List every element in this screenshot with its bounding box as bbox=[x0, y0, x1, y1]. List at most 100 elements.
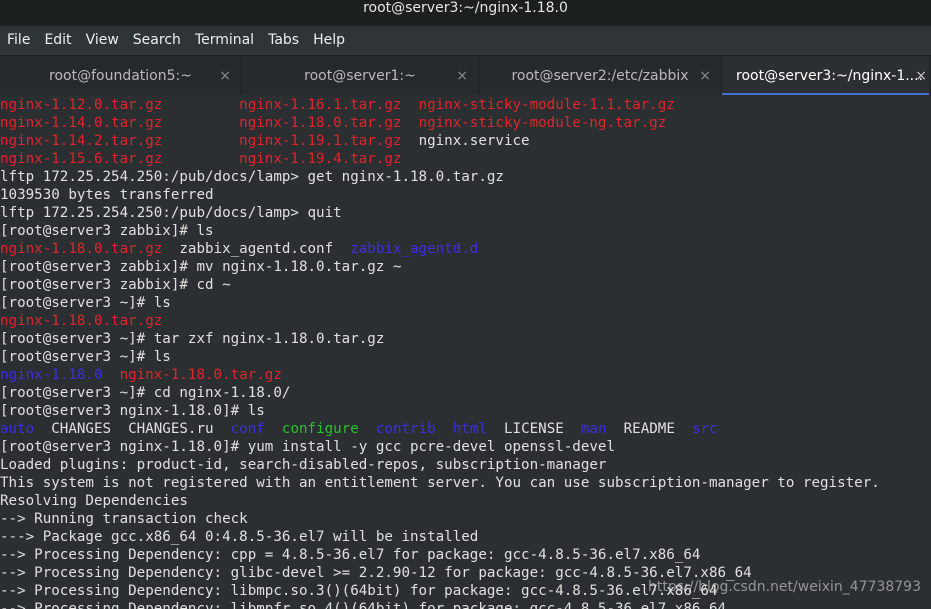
terminal-text: nginx-1.19.1.tar.gz bbox=[239, 133, 402, 149]
close-icon[interactable]: × bbox=[219, 56, 231, 96]
terminal-text: lftp 172.25.254.250:/pub/docs/lamp> get … bbox=[0, 169, 504, 185]
terminal-line: nginx-1.18.0.tar.gz zabbix_agentd.conf z… bbox=[0, 240, 931, 258]
terminal-line: [root@server3 nginx-1.18.0]# ls bbox=[0, 402, 931, 420]
terminal-line: nginx-1.14.0.tar.gz nginx-1.18.0.tar.gz … bbox=[0, 114, 931, 132]
terminal-text: nginx-1.14.2.tar.gz bbox=[0, 133, 163, 149]
tab-bar: root@foundation5:~ × root@server1:~ × ro… bbox=[0, 55, 931, 96]
tab-label: root@foundation5:~ bbox=[49, 68, 192, 84]
close-icon[interactable]: × bbox=[456, 56, 468, 96]
terminal-text: configure bbox=[281, 421, 359, 437]
terminal-text: conf bbox=[230, 421, 265, 437]
terminal-text: nginx-1.12.0.tar.gz bbox=[0, 97, 163, 113]
tab-server3[interactable]: root@server3:~/nginx-1.... × bbox=[722, 56, 930, 96]
terminal-line: --> Processing Dependency: cpp = 4.8.5-3… bbox=[0, 546, 931, 564]
terminal-line: [root@server3 ~]# ls bbox=[0, 294, 931, 312]
terminal-text: nginx-1.14.0.tar.gz bbox=[0, 115, 163, 131]
terminal-line: [root@server3 zabbix]# ls bbox=[0, 222, 931, 240]
terminal-text: nginx-1.16.1.tar.gz bbox=[239, 97, 402, 113]
terminal-text: nginx-sticky-module-ng.tar.gz bbox=[418, 115, 667, 131]
terminal-line: [root@server3 ~]# cd nginx-1.18.0/ bbox=[0, 384, 931, 402]
terminal-text: --> Running transaction check bbox=[0, 511, 248, 527]
menu-tabs[interactable]: Tabs bbox=[261, 26, 306, 55]
terminal-line: lftp 172.25.254.250:/pub/docs/lamp> quit bbox=[0, 204, 931, 222]
terminal-line: [root@server3 zabbix]# cd ~ bbox=[0, 276, 931, 294]
tab-label: root@server2:/etc/zabbix bbox=[511, 68, 689, 84]
terminal-text: nginx-1.18.0.tar.gz bbox=[0, 241, 163, 257]
terminal-text: [root@server3 zabbix]# ls bbox=[0, 223, 214, 239]
terminal-output[interactable]: nginx-1.12.0.tar.gz nginx-1.16.1.tar.gz … bbox=[0, 95, 931, 609]
terminal-text: [root@server3 ~]# ls bbox=[0, 295, 171, 311]
tab-server1[interactable]: root@server1:~ × bbox=[242, 56, 479, 96]
menu-bar: File Edit View Search Terminal Tabs Help bbox=[0, 26, 931, 55]
menu-help[interactable]: Help bbox=[306, 26, 352, 55]
watermark: https://blog.csdn.net/weixin_47738793 bbox=[647, 579, 921, 595]
terminal-line: [root@server3 zabbix]# mv nginx-1.18.0.t… bbox=[0, 258, 931, 276]
terminal-text: [root@server3 nginx-1.18.0]# ls bbox=[0, 403, 265, 419]
close-icon[interactable]: × bbox=[699, 56, 711, 96]
terminal-text: --> Processing Dependency: libmpc.so.3()… bbox=[0, 583, 718, 599]
terminal-text: [root@server3 ~]# cd nginx-1.18.0/ bbox=[0, 385, 291, 401]
terminal-line: ---> Package gcc.x86_64 0:4.8.5-36.el7 w… bbox=[0, 528, 931, 546]
terminal-line: nginx-1.18.0 nginx-1.18.0.tar.gz bbox=[0, 366, 931, 384]
terminal-text: Resolving Dependencies bbox=[0, 493, 188, 509]
tab-foundation5[interactable]: root@foundation5:~ × bbox=[0, 56, 242, 96]
terminal-text: LICENSE bbox=[486, 421, 581, 437]
terminal-text: contrib bbox=[375, 421, 436, 437]
terminal-line: nginx-1.14.2.tar.gz nginx-1.19.1.tar.gz … bbox=[0, 132, 931, 150]
terminal-text: nginx-1.18.0.tar.gz bbox=[239, 115, 402, 131]
terminal-line: nginx-1.15.6.tar.gz nginx-1.19.4.tar.gz bbox=[0, 150, 931, 168]
close-icon[interactable]: × bbox=[915, 56, 927, 96]
terminal-line: [root@server3 nginx-1.18.0]# yum install… bbox=[0, 438, 931, 456]
menu-file[interactable]: File bbox=[0, 26, 37, 55]
menu-terminal[interactable]: Terminal bbox=[188, 26, 261, 55]
terminal-text: nginx.service bbox=[418, 133, 530, 149]
window-titlebar: root@server3:~/nginx-1.18.0 bbox=[0, 0, 931, 26]
terminal-line: This system is not registered with an en… bbox=[0, 474, 931, 492]
terminal-line: lftp 172.25.254.250:/pub/docs/lamp> get … bbox=[0, 168, 931, 186]
terminal-text: auto bbox=[0, 421, 35, 437]
terminal-text: [root@server3 nginx-1.18.0]# yum install… bbox=[0, 439, 615, 455]
menu-edit[interactable]: Edit bbox=[37, 26, 78, 55]
tab-label: root@server1:~ bbox=[304, 68, 416, 84]
terminal-text: nginx-1.18.0 bbox=[0, 367, 103, 383]
terminal-text: html bbox=[452, 421, 487, 437]
menu-search[interactable]: Search bbox=[126, 26, 188, 55]
terminal-line: auto CHANGES CHANGES.ru conf configure c… bbox=[0, 420, 931, 438]
terminal-line: 1039530 bytes transferred bbox=[0, 186, 931, 204]
terminal-text: [root@server3 ~]# ls bbox=[0, 349, 171, 365]
terminal-text: src bbox=[691, 421, 718, 437]
terminal-line: nginx-1.12.0.tar.gz nginx-1.16.1.tar.gz … bbox=[0, 96, 931, 114]
terminal-text: --> Processing Dependency: glibc-devel >… bbox=[0, 565, 752, 581]
terminal-text: man bbox=[580, 421, 607, 437]
window-title: root@server3:~/nginx-1.18.0 bbox=[363, 0, 568, 16]
terminal-text: README bbox=[606, 421, 692, 437]
terminal-line: --> Running transaction check bbox=[0, 510, 931, 528]
terminal-text: --> Processing Dependency: cpp = 4.8.5-3… bbox=[0, 547, 701, 563]
tab-label: root@server3:~/nginx-1.... bbox=[736, 68, 924, 84]
terminal-line: [root@server3 ~]# ls bbox=[0, 348, 931, 366]
terminal-text: [root@server3 zabbix]# cd ~ bbox=[0, 277, 231, 293]
tab-server2[interactable]: root@server2:/etc/zabbix × bbox=[479, 56, 722, 96]
terminal-text: This system is not registered with an en… bbox=[0, 475, 880, 491]
terminal-text: nginx-1.15.6.tar.gz bbox=[0, 151, 163, 167]
terminal-line: nginx-1.18.0.tar.gz bbox=[0, 312, 931, 330]
terminal-line: Loaded plugins: product-id, search-disab… bbox=[0, 456, 931, 474]
terminal-text: zabbix_agentd.conf bbox=[162, 241, 351, 257]
terminal-text: nginx-sticky-module-1.1.tar.gz bbox=[418, 97, 675, 113]
terminal-text: CHANGES CHANGES.ru bbox=[34, 421, 231, 437]
menu-view[interactable]: View bbox=[79, 26, 126, 55]
terminal-text: nginx-1.19.4.tar.gz bbox=[239, 151, 402, 167]
terminal-text: nginx-1.18.0.tar.gz bbox=[119, 367, 282, 383]
terminal-line: Resolving Dependencies bbox=[0, 492, 931, 510]
terminal-text: Loaded plugins: product-id, search-disab… bbox=[0, 457, 607, 473]
terminal-text: [root@server3 ~]# tar zxf nginx-1.18.0.t… bbox=[0, 331, 385, 347]
